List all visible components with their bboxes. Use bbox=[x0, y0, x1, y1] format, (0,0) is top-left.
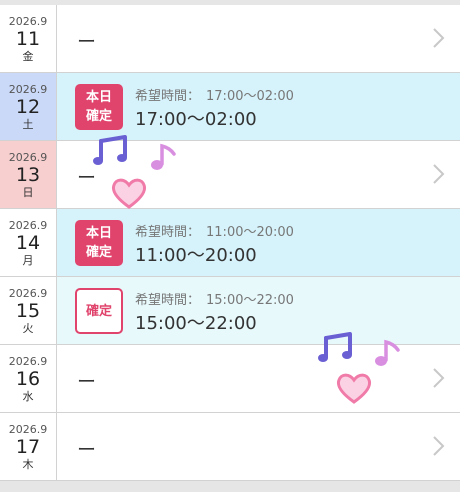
requested-time-label: 希望時間： bbox=[135, 293, 201, 308]
requested-time-value: 17:00〜02:00 bbox=[206, 89, 294, 104]
schedule-row-12[interactable]: 2026.9 12 土 本日 確定 希望時間： 17:00〜02:00 17:00… bbox=[0, 73, 460, 141]
day-of-week: 木 bbox=[22, 457, 34, 471]
chevron-right-icon[interactable] bbox=[428, 163, 448, 185]
date-cell: 2026.9 17 木 bbox=[0, 413, 57, 480]
requested-time: 希望時間： 15:00〜22:00 bbox=[135, 289, 294, 308]
requested-time-value: 11:00〜20:00 bbox=[206, 225, 294, 240]
schedule-row-13[interactable]: 2026.9 13 日 ー bbox=[0, 141, 460, 209]
row-body: ー bbox=[57, 5, 460, 72]
row-body: 確定 希望時間： 15:00〜22:00 15:00〜22:00 bbox=[57, 277, 460, 344]
shift-time: 17:00〜02:00 bbox=[135, 109, 257, 130]
date-cell: 2026.9 14 月 bbox=[0, 209, 57, 276]
day-number: 12 bbox=[15, 95, 41, 118]
shift-time: 11:00〜20:00 bbox=[135, 245, 257, 266]
music-note-icon bbox=[375, 339, 400, 366]
requested-time-value: 15:00〜22:00 bbox=[206, 293, 294, 308]
schedule-row-14[interactable]: 2026.9 14 月 本日 確定 希望時間： 11:00〜20:00 11:00… bbox=[0, 209, 460, 277]
year-month: 2026.9 bbox=[8, 82, 48, 96]
day-of-week: 月 bbox=[22, 253, 34, 267]
chevron-right-icon[interactable] bbox=[428, 27, 448, 49]
chevron-right-icon[interactable] bbox=[428, 435, 448, 457]
bottom-bar bbox=[0, 486, 460, 492]
year-month: 2026.9 bbox=[8, 422, 48, 436]
day-of-week: 火 bbox=[22, 321, 34, 335]
today-confirmed-badge: 本日 確定 bbox=[75, 84, 123, 130]
row-body: ー bbox=[57, 413, 460, 480]
year-month: 2026.9 bbox=[8, 150, 48, 164]
day-of-week: 日 bbox=[22, 185, 34, 199]
year-month: 2026.9 bbox=[8, 286, 48, 300]
requested-time: 希望時間： 11:00〜20:00 bbox=[135, 221, 294, 240]
day-of-week: 水 bbox=[22, 389, 34, 403]
date-cell: 2026.9 15 火 bbox=[0, 277, 57, 344]
day-number: 17 bbox=[15, 435, 41, 458]
chevron-right-icon[interactable] bbox=[428, 367, 448, 389]
today-confirmed-badge: 本日 確定 bbox=[75, 220, 123, 266]
heart-icon bbox=[111, 178, 147, 209]
year-month: 2026.9 bbox=[8, 218, 48, 232]
row-body: 本日 確定 希望時間： 11:00〜20:00 11:00〜20:00 bbox=[57, 209, 460, 276]
no-shift-dash: ー bbox=[77, 371, 97, 393]
badge-line-2: 確定 bbox=[85, 245, 112, 260]
music-note-icon bbox=[151, 143, 176, 170]
day-of-week: 土 bbox=[22, 117, 34, 131]
day-number: 14 bbox=[15, 231, 41, 254]
no-shift-dash: ー bbox=[77, 439, 97, 461]
date-cell: 2026.9 16 水 bbox=[0, 345, 57, 412]
confirmed-badge: 確定 bbox=[75, 288, 123, 334]
badge-line-1: 本日 bbox=[85, 90, 112, 105]
year-month: 2026.9 bbox=[8, 354, 48, 368]
day-number: 11 bbox=[15, 27, 41, 50]
badge-line-1: 本日 bbox=[85, 226, 112, 241]
year-month: 2026.9 bbox=[8, 14, 48, 28]
requested-time: 希望時間： 17:00〜02:00 bbox=[135, 85, 294, 104]
day-number: 15 bbox=[15, 299, 41, 322]
schedule-row-17[interactable]: 2026.9 17 木 ー bbox=[0, 413, 460, 481]
no-shift-dash: ー bbox=[77, 167, 97, 189]
no-shift-dash: ー bbox=[77, 31, 97, 53]
day-number: 13 bbox=[15, 163, 41, 186]
day-of-week: 金 bbox=[22, 49, 34, 63]
badge-line-2: 確定 bbox=[85, 109, 112, 124]
schedule-row-11[interactable]: 2026.9 11 金 ー bbox=[0, 5, 460, 73]
schedule-row-15[interactable]: 2026.9 15 火 確定 希望時間： 15:00〜22:00 15:00〜22… bbox=[0, 277, 460, 345]
badge-label: 確定 bbox=[85, 303, 112, 319]
day-number: 16 bbox=[15, 367, 41, 390]
date-cell: 2026.9 13 日 bbox=[0, 141, 57, 208]
row-body: 本日 確定 希望時間： 17:00〜02:00 17:00〜02:00 bbox=[57, 73, 460, 140]
heart-icon bbox=[336, 373, 372, 404]
schedule-list: 2026.9 11 金 ー 2026.9 12 土 本日 確定 希望時間： 17:… bbox=[0, 5, 460, 481]
date-cell: 2026.9 12 土 bbox=[0, 73, 57, 140]
date-cell: 2026.9 11 金 bbox=[0, 5, 57, 72]
shift-time: 15:00〜22:00 bbox=[135, 313, 257, 334]
music-note-icon bbox=[93, 135, 127, 165]
requested-time-label: 希望時間： bbox=[135, 89, 201, 104]
requested-time-label: 希望時間： bbox=[135, 225, 201, 240]
music-note-icon bbox=[318, 332, 352, 362]
